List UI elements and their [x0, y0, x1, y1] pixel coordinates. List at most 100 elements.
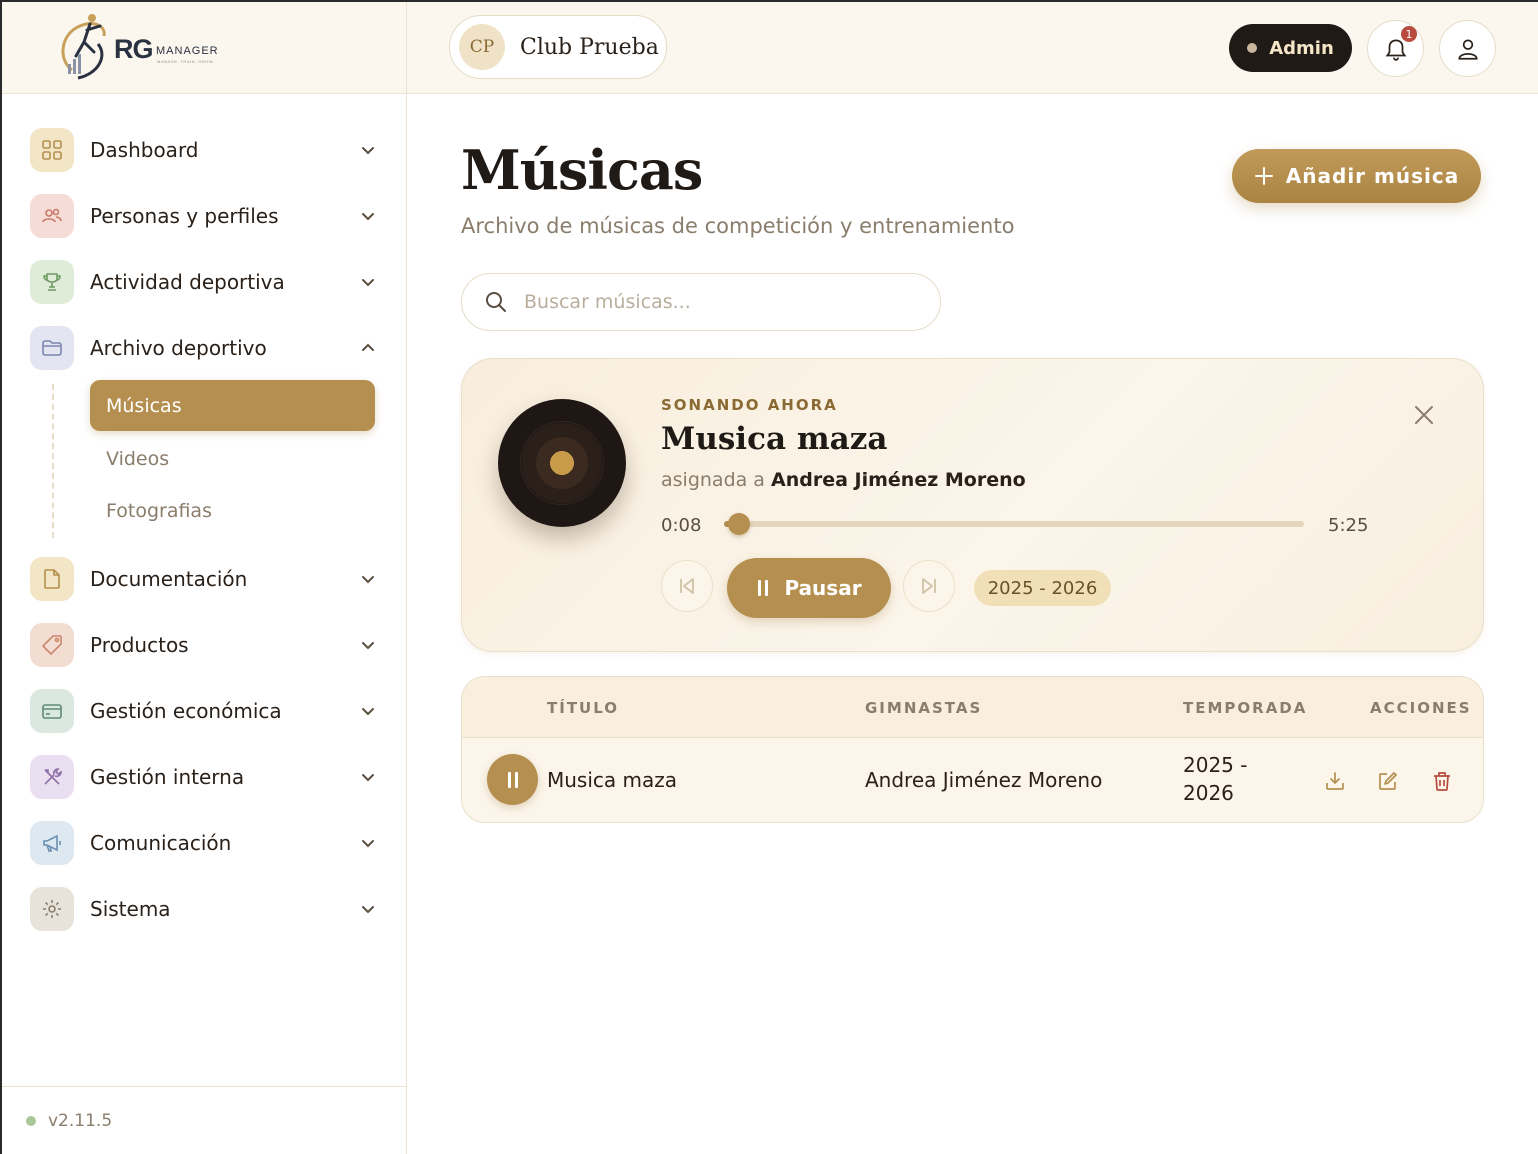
club-avatar: CP	[459, 24, 505, 70]
row-season-line2: 2026	[1183, 781, 1234, 805]
download-icon	[1326, 772, 1344, 790]
app-version: v2.11.5	[48, 1110, 113, 1131]
chevron-down-icon	[362, 708, 374, 716]
gear-icon	[30, 887, 74, 931]
close-player-button[interactable]	[1410, 401, 1438, 429]
sidebar-item-label: Gestión económica	[90, 699, 282, 723]
submenu-guide	[52, 384, 54, 538]
season-badge: 2025 - 2026	[974, 570, 1111, 606]
sidebar: RG MANAGER MANAGE. TRAIN. GROW. Dashboar…	[2, 2, 407, 1154]
sidebar-item-label: Personas y perfiles	[90, 204, 279, 228]
role-label: Admin	[1269, 37, 1334, 59]
tools-icon	[30, 755, 74, 799]
add-music-button[interactable]: Añadir música	[1232, 149, 1481, 203]
sidebar-subitem-fotografias[interactable]: Fotografias	[90, 485, 375, 536]
row-pause-button[interactable]	[487, 754, 538, 805]
edit-button[interactable]	[1375, 768, 1401, 794]
row-gymnasts: Andrea Jiménez Moreno	[865, 768, 1103, 792]
chevron-down-icon	[362, 642, 374, 650]
club-selector[interactable]: CP Club Prueba	[449, 15, 667, 79]
download-button[interactable]	[1322, 768, 1348, 794]
pause-icon	[507, 771, 518, 788]
sidebar-item-gestion-interna[interactable]: Gestión interna	[30, 753, 382, 801]
role-badge[interactable]: Admin	[1229, 24, 1352, 72]
search-icon	[486, 292, 506, 312]
total-time: 5:25	[1328, 515, 1369, 536]
progress-handle[interactable]	[727, 513, 750, 535]
user-icon	[1457, 38, 1478, 60]
trophy-icon	[30, 260, 74, 304]
trash-icon	[1434, 772, 1450, 791]
column-title: TÍTULO	[547, 699, 619, 717]
chevron-down-icon	[362, 213, 374, 221]
sidebar-footer: v2.11.5	[2, 1086, 406, 1154]
chevron-down-icon	[362, 576, 374, 584]
sidebar-subitem-musicas[interactable]: Músicas	[90, 380, 375, 431]
sidebar-item-label: Archivo deportivo	[90, 336, 267, 360]
edit-icon	[1379, 772, 1397, 790]
chevron-up-icon	[362, 343, 374, 351]
page-title: Músicas	[461, 138, 703, 202]
close-icon	[1415, 406, 1433, 424]
column-gymnasts: GIMNASTAS	[865, 699, 983, 717]
megaphone-icon	[30, 821, 74, 865]
chevron-down-icon	[362, 906, 374, 914]
pause-button[interactable]: Pausar	[727, 558, 891, 618]
skip-back-icon	[680, 578, 694, 594]
notification-count-badge: 1	[1401, 26, 1417, 42]
current-time: 0:08	[661, 515, 702, 536]
music-table: TÍTULO GIMNASTAS TEMPORADA ACCIONES Musi…	[461, 676, 1484, 823]
card-icon	[30, 689, 74, 733]
logo-tagline: MANAGE. TRAIN. GROW.	[157, 59, 215, 64]
status-dot	[26, 1115, 36, 1126]
table-header: TÍTULO GIMNASTAS TEMPORADA ACCIONES	[462, 677, 1483, 738]
progress-slider[interactable]	[724, 513, 1304, 535]
users-icon	[30, 194, 74, 238]
now-playing-title: Musica maza	[661, 421, 888, 457]
folder-icon	[30, 326, 74, 370]
sidebar-item-dashboard[interactable]: Dashboard	[30, 126, 382, 174]
sidebar-item-label: Sistema	[90, 897, 171, 921]
chevron-down-icon	[362, 279, 374, 287]
chevron-down-icon	[362, 774, 374, 782]
delete-button[interactable]	[1429, 768, 1455, 794]
previous-button[interactable]	[661, 560, 713, 612]
file-icon	[30, 557, 74, 601]
sidebar-item-label: Comunicación	[90, 831, 232, 855]
sidebar-item-productos[interactable]: Productos	[30, 621, 382, 669]
column-season: TEMPORADA	[1183, 699, 1308, 717]
tag-icon	[30, 623, 74, 667]
sidebar-item-archivo[interactable]: Archivo deportivo	[30, 324, 382, 372]
logo-text: RG	[114, 34, 153, 64]
sidebar-item-personas[interactable]: Personas y perfiles	[30, 192, 382, 240]
vinyl-disc-icon	[498, 399, 626, 527]
sidebar-item-gestion-economica[interactable]: Gestión económica	[30, 687, 382, 735]
assigned-prefix: asignada a	[661, 469, 765, 491]
sidebar-item-comunicacion[interactable]: Comunicación	[30, 819, 382, 867]
skip-forward-icon	[922, 578, 936, 594]
logo[interactable]: RG MANAGER MANAGE. TRAIN. GROW.	[2, 2, 406, 94]
notifications-button[interactable]: 1	[1367, 20, 1424, 77]
sidebar-item-label: Productos	[90, 633, 189, 657]
user-menu-button[interactable]	[1439, 20, 1496, 77]
chevron-down-icon	[362, 147, 374, 155]
now-playing-assigned: asignada a Andrea Jiménez Moreno	[661, 469, 1026, 491]
sidebar-item-sistema[interactable]: Sistema	[30, 885, 382, 933]
club-name: Club Prueba	[520, 34, 659, 60]
sidebar-item-actividad[interactable]: Actividad deportiva	[30, 258, 382, 306]
now-playing-card: SONANDO AHORA Musica maza asignada a And…	[461, 358, 1484, 652]
table-row[interactable]: Musica maza Andrea Jiménez Moreno 2025 -…	[462, 738, 1483, 822]
sidebar-item-documentacion[interactable]: Documentación	[30, 555, 382, 603]
pause-icon	[758, 580, 769, 596]
assigned-gymnast: Andrea Jiménez Moreno	[771, 469, 1026, 491]
row-season-line1: 2025 -	[1183, 753, 1248, 777]
sidebar-subitem-videos[interactable]: Videos	[90, 433, 375, 484]
column-actions: ACCIONES	[1370, 699, 1472, 717]
next-button[interactable]	[903, 560, 955, 612]
search-input[interactable]	[524, 291, 904, 313]
chevron-down-icon	[362, 840, 374, 848]
page-subtitle: Archivo de músicas de competición y entr…	[461, 214, 1015, 238]
pause-label: Pausar	[784, 576, 862, 600]
add-music-label: Añadir música	[1285, 164, 1460, 188]
sidebar-item-label: Dashboard	[90, 138, 199, 162]
